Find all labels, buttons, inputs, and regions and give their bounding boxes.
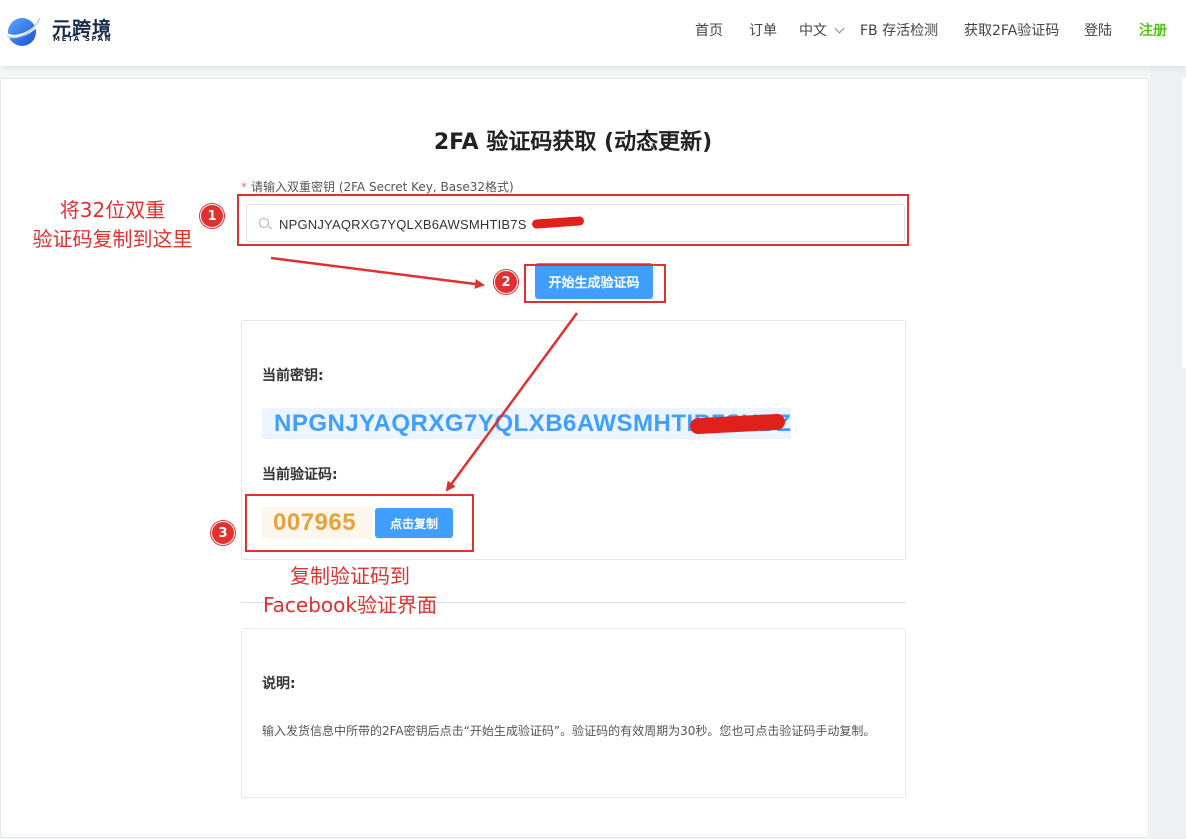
annotation-step1-line2: 验证码复制到这里 (32, 227, 193, 251)
secret-label-text: 请输入双重密钥 (2FA Secret Key, Base32格式) (251, 180, 514, 194)
instructions-panel (241, 628, 906, 798)
instructions-text: 输入发货信息中所带的2FA密钥后点击“开始生成验证码”。验证码的有效周期为30秒… (262, 724, 876, 738)
annotation-box-code (245, 494, 474, 552)
current-code-label: 当前验证码: (262, 467, 338, 483)
nav-orders[interactable]: 订单 (749, 20, 777, 40)
annotation-box-input (237, 194, 909, 246)
annotation-step1-line1: 将32位双重 (59, 198, 166, 222)
page-title: 2FA 验证码获取 (动态更新) (433, 130, 713, 155)
nav-fb-check[interactable]: FB 存活检测 (860, 20, 938, 40)
top-header: 元跨境 META SPAN 首页 订单 中文 FB 存活检测 获取2FA验证码 … (0, 0, 1186, 66)
globe-logo-icon (5, 17, 42, 46)
step-badge-2: 2 (494, 270, 518, 294)
annotation-step3-line1: 复制验证码到 (290, 564, 410, 588)
annotation-box-generate (524, 264, 666, 303)
chevron-down-icon (834, 23, 845, 33)
nav-language-select[interactable]: 中文 (799, 20, 845, 40)
secret-field-label: * 请输入双重密钥 (2FA Secret Key, Base32格式) (241, 178, 514, 195)
annotation-step3-text: 复制验证码到 Facebook验证界面 (240, 562, 460, 620)
nav-get-2fa[interactable]: 获取2FA验证码 (964, 20, 1059, 40)
nav-home[interactable]: 首页 (695, 20, 723, 40)
nav-login[interactable]: 登陆 (1084, 20, 1112, 40)
site-logo[interactable]: 元跨境 META SPAN (4, 10, 124, 50)
nav-register[interactable]: 注册 (1139, 20, 1167, 40)
required-mark: * (241, 180, 247, 194)
step-badge-3: 3 (211, 521, 235, 545)
current-key-label: 当前密钥: (262, 368, 324, 384)
language-label: 中文 (799, 23, 827, 39)
page-scrollbar-area[interactable] (1150, 66, 1186, 839)
annotation-step1-text: 将32位双重 验证码复制到这里 (10, 196, 215, 254)
logo-text-en: META SPAN (53, 35, 113, 43)
annotation-step3-line2: Facebook验证界面 (263, 593, 437, 617)
instructions-title: 说明: (262, 676, 296, 692)
